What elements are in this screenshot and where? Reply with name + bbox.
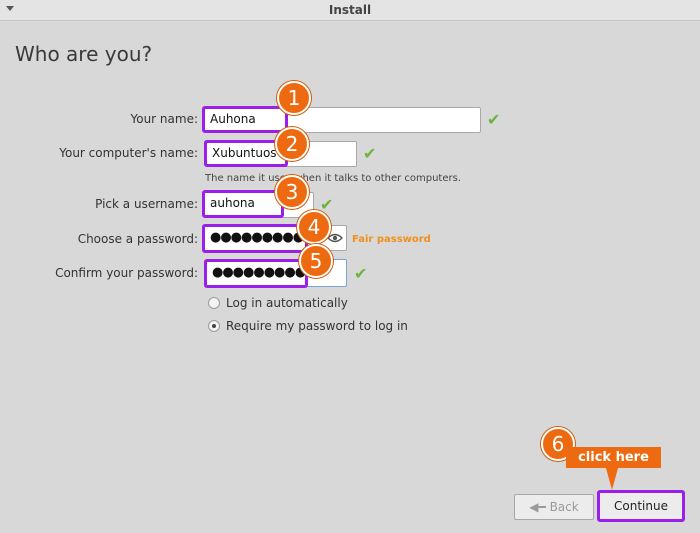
computer-name-label: Your computer's name: bbox=[59, 146, 198, 160]
confirm-password-input[interactable]: ●●●●●●●●●● bbox=[204, 259, 316, 288]
step-badge-4: 4 bbox=[297, 210, 331, 244]
step-badge-2: 2 bbox=[275, 127, 309, 161]
click-here-callout: click here bbox=[566, 447, 661, 468]
password-input[interactable]: ●●●●●●●●●● bbox=[202, 224, 314, 253]
back-button[interactable]: ◀━ Back bbox=[514, 494, 594, 520]
name-valid-check-icon: ✔ bbox=[487, 110, 501, 129]
name-input-tail[interactable] bbox=[280, 107, 481, 133]
eye-icon[interactable] bbox=[327, 233, 343, 243]
confirm-password-label: Confirm your password: bbox=[55, 266, 198, 280]
confirm-password-valid-check-icon: ✔ bbox=[354, 264, 368, 283]
username-input[interactable]: auhona bbox=[202, 190, 284, 218]
login-password-label: Require my password to log in bbox=[226, 319, 408, 333]
window-menu-icon[interactable] bbox=[6, 6, 14, 11]
window-title: Install bbox=[328, 3, 372, 17]
username-valid-check-icon: ✔ bbox=[320, 195, 334, 214]
arrow-left-icon: ◀━ bbox=[529, 500, 546, 514]
password-label: Choose a password: bbox=[77, 232, 198, 246]
callout-pointer bbox=[606, 468, 618, 490]
window-titlebar: Install bbox=[0, 0, 700, 21]
name-label: Your name: bbox=[130, 112, 198, 126]
computer-name-hint: The name it uses when it talks to other … bbox=[205, 173, 462, 184]
continue-button[interactable]: Continue bbox=[597, 490, 685, 522]
username-label: Pick a username: bbox=[95, 197, 198, 211]
password-strength: Fair password bbox=[352, 234, 431, 245]
login-auto-label: Log in automatically bbox=[226, 296, 348, 310]
login-auto-option[interactable]: Log in automatically bbox=[208, 296, 348, 310]
login-password-option[interactable]: Require my password to log in bbox=[208, 319, 408, 333]
page-title: Who are you? bbox=[15, 42, 153, 66]
step-badge-1: 1 bbox=[277, 81, 311, 115]
name-input[interactable]: Auhona bbox=[202, 106, 288, 133]
step-badge-5: 5 bbox=[299, 244, 333, 278]
radio-selected-icon[interactable] bbox=[208, 320, 220, 332]
step-badge-3: 3 bbox=[275, 175, 309, 209]
radio-unselected-icon[interactable] bbox=[208, 297, 220, 309]
back-button-label: Back bbox=[549, 500, 579, 514]
computer-name-valid-check-icon: ✔ bbox=[363, 144, 377, 163]
